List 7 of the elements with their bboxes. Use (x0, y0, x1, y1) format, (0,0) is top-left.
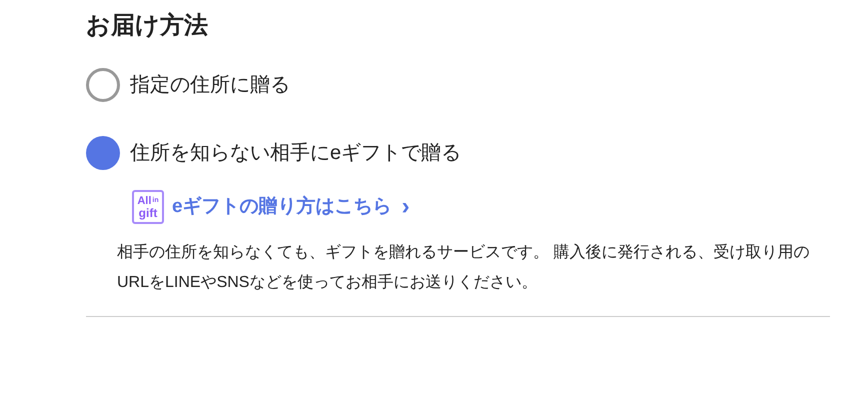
radio-button[interactable] (86, 68, 120, 102)
guide-link[interactable]: eギフトの贈り方はこちら › (172, 193, 410, 221)
section-heading: お届け方法 (86, 11, 208, 41)
radio-label: 住所を知らない相手にeギフトで贈る (130, 141, 462, 166)
radio-button[interactable] (86, 136, 120, 170)
radio-label: 指定の住所に贈る (130, 73, 290, 98)
description-text: 相手の住所を知らなくても、ギフトを贈れるサービスです。 購入後に発行される、受け取り用のURLをLINEやSNSなどを使ってお相手にお送りください。 (117, 242, 810, 293)
